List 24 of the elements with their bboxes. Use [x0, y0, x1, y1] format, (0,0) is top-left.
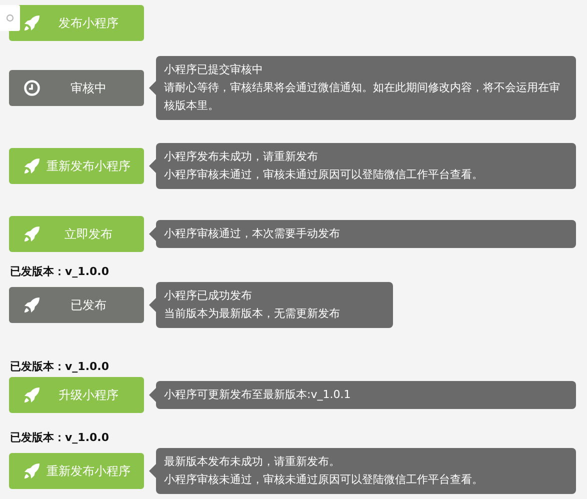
publish-button[interactable]: 重新发布小程序	[9, 453, 144, 489]
publish-button[interactable]: 审核中	[9, 70, 144, 106]
tooltip: 小程序可更新发布至最新版本:v_1.0.1	[156, 381, 576, 409]
publish-button[interactable]: 重新发布小程序	[9, 148, 144, 184]
tooltip: 小程序已提交审核中 请耐心等待，审核结果将会通过微信通知。如在此期间修改内容，将不会运用在审核版本里。	[156, 56, 576, 120]
publish-button[interactable]: 升级小程序	[9, 377, 144, 413]
publish-button[interactable]: 已发布	[9, 287, 144, 323]
publish-button[interactable]: 立即发布	[9, 216, 144, 252]
version-label: 已发版本：v_1.0.0	[10, 360, 109, 373]
publish-button[interactable]: 发布小程序	[9, 5, 144, 41]
rocket-icon	[23, 14, 41, 32]
rocket-icon	[23, 462, 41, 480]
rocket-icon	[23, 157, 41, 175]
version-label: 已发版本：v_1.0.0	[10, 265, 109, 278]
rocket-icon	[23, 225, 41, 243]
tooltip: 小程序发布未成功，请重新发布 小程序审核未通过，审核未通过原因可以登陆微信工作平台查看。	[156, 143, 576, 189]
tooltip: 小程序审核通过，本次需要手动发布	[156, 220, 576, 248]
rocket-icon	[23, 386, 41, 404]
tooltip: 最新版本发布未成功，请重新发布。 小程序审核未通过，审核未通过原因可以登陆微信工作平台查看。	[156, 448, 576, 494]
rocket-icon	[23, 296, 41, 314]
tooltip: 小程序已成功发布 当前版本为最新版本，无需更新发布	[156, 282, 393, 328]
clock-icon	[23, 79, 41, 97]
version-label: 已发版本：v_1.0.0	[10, 431, 109, 444]
toggle-handle[interactable]	[0, 5, 20, 31]
